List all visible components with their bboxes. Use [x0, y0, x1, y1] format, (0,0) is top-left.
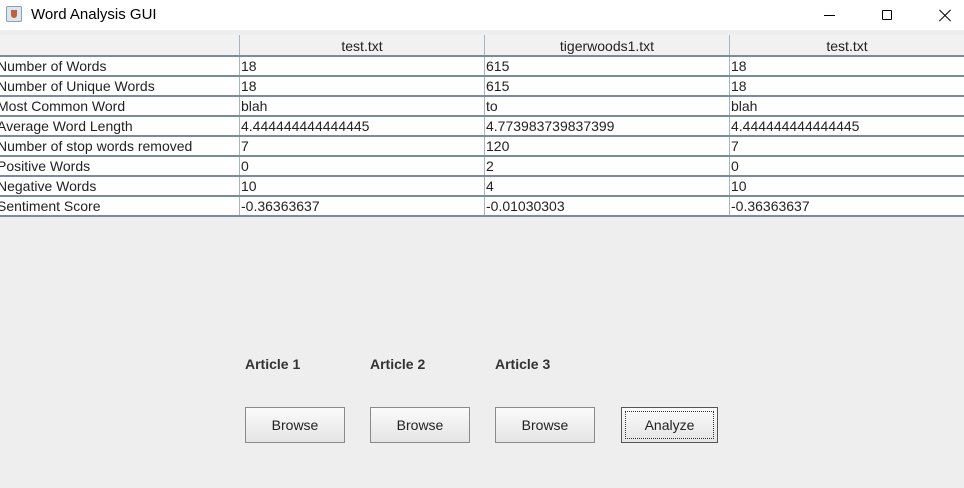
- table-cell: 2: [485, 157, 730, 175]
- table-cell: 18: [731, 78, 747, 94]
- browse-article-3-button[interactable]: Browse: [495, 407, 595, 443]
- table-cell: 7: [731, 138, 739, 154]
- column-header[interactable]: tigerwoods1.txt: [485, 35, 730, 55]
- table-cell: 120: [485, 137, 730, 155]
- table-header: test.txt tigerwoods1.txt test.txt: [0, 35, 964, 57]
- table-cell: 4.773983739837399: [485, 117, 730, 135]
- table-cell: blah: [240, 97, 485, 115]
- table-cell: 7: [240, 137, 485, 155]
- table-cell: 10: [240, 177, 485, 195]
- table-cell: 10: [731, 178, 747, 194]
- row-label: Positive Words: [0, 157, 240, 175]
- table-cell: to: [485, 97, 730, 115]
- table-cell: 4.444444444444445: [731, 118, 860, 134]
- table-row[interactable]: Most Common Word blah to blah: [0, 97, 964, 117]
- table-cell: -0.36363637: [731, 198, 810, 214]
- table-cell: 18: [240, 77, 485, 95]
- column-header[interactable]: test.txt: [730, 35, 964, 55]
- article-3-label: Article 3: [495, 356, 551, 372]
- row-label: Average Word Length: [0, 117, 240, 135]
- close-icon: [938, 8, 952, 22]
- results-table[interactable]: test.txt tigerwoods1.txt test.txt Number…: [0, 35, 964, 217]
- maximize-icon: [882, 10, 892, 20]
- table-cell: 4.444444444444445: [240, 117, 485, 135]
- column-header[interactable]: test.txt: [240, 35, 485, 55]
- table-cell: 18: [240, 57, 485, 75]
- close-button[interactable]: [922, 0, 964, 30]
- row-label: Sentiment Score: [0, 197, 240, 215]
- focus-ring: [625, 411, 714, 439]
- table-cell: -0.01030303: [485, 197, 730, 215]
- window-title: Word Analysis GUI: [31, 6, 157, 23]
- table-row[interactable]: Negative Words 10 4 10: [0, 177, 964, 197]
- table-cell: 0: [731, 158, 739, 174]
- article-1-label: Article 1: [245, 356, 301, 372]
- browse-article-1-button[interactable]: Browse: [245, 407, 345, 443]
- row-label: Number of Words: [0, 57, 240, 75]
- table-row[interactable]: Sentiment Score -0.36363637 -0.01030303 …: [0, 197, 964, 217]
- table-cell: 615: [485, 57, 730, 75]
- browse-article-2-button[interactable]: Browse: [370, 407, 470, 443]
- minimize-button[interactable]: [806, 0, 852, 30]
- table-row[interactable]: Positive Words 0 2 0: [0, 157, 964, 177]
- maximize-button[interactable]: [864, 0, 910, 30]
- table-cell: -0.36363637: [240, 197, 485, 215]
- table-cell: 615: [485, 77, 730, 95]
- title-bar: Word Analysis GUI: [0, 0, 964, 30]
- table-row[interactable]: Number of stop words removed 7 120 7: [0, 137, 964, 157]
- table-cell: 0: [240, 157, 485, 175]
- article-2-label: Article 2: [370, 356, 426, 372]
- table-row[interactable]: Number of Words 18 615 18: [0, 57, 964, 77]
- column-header[interactable]: [0, 35, 240, 55]
- row-label: Number of stop words removed: [0, 137, 240, 155]
- row-label: Negative Words: [0, 177, 240, 195]
- analyze-button[interactable]: Analyze: [621, 407, 718, 443]
- table-cell: blah: [731, 98, 758, 114]
- java-cup-icon: [6, 6, 22, 22]
- row-label: Number of Unique Words: [0, 77, 240, 95]
- table-row[interactable]: Number of Unique Words 18 615 18: [0, 77, 964, 97]
- row-label: Most Common Word: [0, 97, 240, 115]
- minimize-icon: [823, 14, 835, 16]
- table-row[interactable]: Average Word Length 4.444444444444445 4.…: [0, 117, 964, 137]
- table-cell: 18: [731, 58, 747, 74]
- table-cell: 4: [485, 177, 730, 195]
